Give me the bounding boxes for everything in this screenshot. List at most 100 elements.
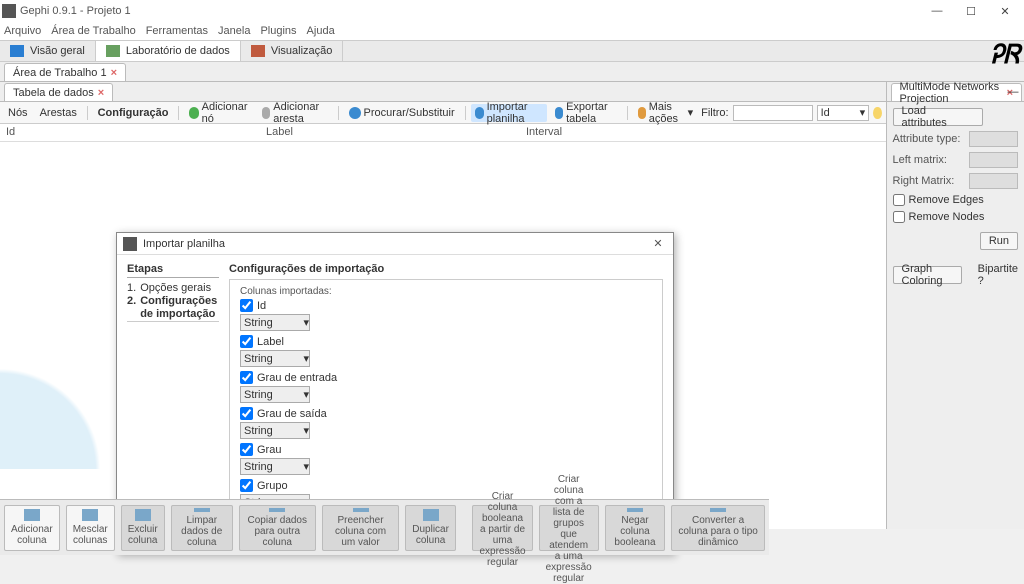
bulb-icon[interactable]: [873, 107, 881, 119]
right-matrix-row: Right Matrix:: [893, 173, 1018, 189]
view-laboratorio-dados[interactable]: Laboratório de dados: [96, 41, 241, 61]
workspace-tabstrip: Área de Trabalho 1 ×: [0, 62, 1024, 82]
column-row: Label String▾: [240, 335, 652, 367]
run-button[interactable]: Run: [980, 232, 1018, 250]
dialog-titlebar: Importar planilha ✕: [117, 233, 673, 255]
menu-area-trabalho[interactable]: Área de Trabalho: [51, 25, 135, 37]
multimode-projection-tab[interactable]: MultiMode Networks Projection ×: [891, 83, 1022, 101]
boolean-regex-column-button[interactable]: Criar coluna booleana a partir de uma ex…: [472, 505, 532, 551]
close-button[interactable]: ✕: [988, 0, 1022, 22]
close-icon[interactable]: ×: [98, 87, 104, 99]
column-label[interactable]: Label: [260, 124, 520, 141]
left-matrix-select[interactable]: [969, 152, 1018, 168]
clear-column-button[interactable]: Limpar dados de coluna: [171, 505, 233, 551]
copy-column-button[interactable]: Copiar dados para outra coluna: [239, 505, 316, 551]
import-columns-panel: Colunas importadas: Id String▾ Label Str…: [229, 279, 663, 509]
view-bar: Visão geral Laboratório de dados Visuali…: [0, 40, 1024, 62]
add-edge-button[interactable]: Adicionar aresta: [258, 104, 332, 122]
right-matrix-label: Right Matrix:: [893, 175, 965, 187]
gephi-logo: ᎮᏒ: [990, 39, 1020, 71]
add-column-icon: [24, 509, 40, 521]
filter-input[interactable]: [733, 105, 813, 121]
column-label: Id: [257, 300, 266, 312]
column-interval[interactable]: Interval: [520, 124, 886, 141]
delete-column-button[interactable]: Excluir coluna: [121, 505, 165, 551]
export-table-button[interactable]: Exportar tabela: [551, 104, 621, 122]
edges-tab[interactable]: Arestas: [36, 104, 81, 122]
nodes-tab[interactable]: Nós: [4, 104, 32, 122]
duplicate-column-button[interactable]: Duplicar coluna: [405, 505, 456, 551]
copy-icon: [269, 508, 285, 512]
minimize-button[interactable]: —: [920, 0, 954, 22]
wizard-steps: Etapas 1.Opções gerais 2.Configurações d…: [127, 263, 219, 322]
export-icon: [555, 107, 563, 119]
table-header: Id Label Interval: [0, 124, 886, 142]
minimize-panel-button[interactable]: —: [1006, 86, 1020, 98]
column-checkbox-label[interactable]: [240, 335, 253, 348]
column-checkbox-grau-saida[interactable]: [240, 407, 253, 420]
import-spreadsheet-button[interactable]: Importar planilha: [471, 104, 547, 122]
columns-heading: Colunas importadas:: [240, 286, 652, 297]
more-icon: [638, 107, 646, 119]
column-type-select[interactable]: String▾: [240, 422, 310, 439]
load-attributes-button[interactable]: Load attributes: [893, 108, 983, 126]
remove-nodes-checkbox[interactable]: [893, 211, 905, 223]
column-type-select[interactable]: String▾: [240, 386, 310, 403]
column-type-select: String▾: [240, 350, 310, 367]
fill-icon: [353, 508, 369, 512]
column-label: Grupo: [257, 480, 288, 492]
merge-icon: [82, 509, 98, 521]
column-label: Label: [257, 336, 284, 348]
add-column-button[interactable]: Adicionar coluna: [4, 505, 60, 551]
configuracao-button[interactable]: Configuração: [94, 104, 173, 122]
workspace-tab-label: Área de Trabalho 1: [13, 67, 107, 79]
main-split: Tabela de dados × Nós Arestas Configuraç…: [0, 82, 1024, 529]
right-matrix-select[interactable]: [969, 173, 1018, 189]
column-row: Grau de entrada String▾: [240, 371, 652, 403]
add-node-button[interactable]: Adicionar nó: [185, 104, 254, 122]
more-actions-button[interactable]: Mais ações ▾: [634, 104, 697, 122]
attribute-type-select[interactable]: [969, 131, 1018, 147]
negate-icon: [627, 508, 643, 512]
workspace-tab[interactable]: Área de Trabalho 1 ×: [4, 63, 126, 81]
menu-ferramentas[interactable]: Ferramentas: [146, 25, 208, 37]
merge-columns-button[interactable]: Mesclar colunas: [66, 505, 115, 551]
dialog-close-button[interactable]: ✕: [649, 237, 667, 250]
bottom-action-bar: Adicionar coluna Mesclar colunas Excluir…: [0, 499, 769, 555]
convert-dynamic-column-button[interactable]: Converter a coluna para o tipo dinâmico: [671, 505, 765, 551]
filter-label: Filtro:: [701, 107, 729, 119]
fill-column-button[interactable]: Preencher coluna com um valor: [322, 505, 400, 551]
group-list-regex-column-button[interactable]: Criar coluna com a lista de grupos que a…: [539, 505, 599, 551]
menu-ajuda[interactable]: Ajuda: [307, 25, 335, 37]
maximize-button[interactable]: ☐: [954, 0, 988, 22]
column-checkbox-grupo[interactable]: [240, 479, 253, 492]
column-type-select[interactable]: String▾: [240, 458, 310, 475]
menu-arquivo[interactable]: Arquivo: [4, 25, 41, 37]
plus-icon: [189, 107, 198, 119]
view-visao-geral[interactable]: Visão geral: [0, 41, 96, 61]
duplicate-icon: [423, 509, 439, 521]
column-checkbox-id[interactable]: [240, 299, 253, 312]
menu-bar: Arquivo Área de Trabalho Ferramentas Jan…: [0, 22, 1024, 40]
view-label: Visão geral: [30, 45, 85, 57]
pane-tabstrip: Tabela de dados ×: [0, 82, 886, 102]
menu-plugins[interactable]: Plugins: [260, 25, 296, 37]
column-checkbox-grau[interactable]: [240, 443, 253, 456]
negate-boolean-column-button[interactable]: Negar coluna booleana: [605, 505, 666, 551]
filter-column-select[interactable]: Id▾: [817, 105, 870, 121]
step-2: 2.Configurações de importação: [127, 295, 219, 321]
column-checkbox-grau-entrada[interactable]: [240, 371, 253, 384]
pane-tab-tabela-dados[interactable]: Tabela de dados ×: [4, 83, 113, 101]
column-id[interactable]: Id: [0, 124, 260, 141]
view-label: Visualização: [271, 45, 333, 57]
graph-coloring-button[interactable]: Graph Coloring: [893, 266, 962, 284]
search-icon: [349, 107, 361, 119]
close-icon[interactable]: ×: [111, 67, 117, 79]
menu-janela[interactable]: Janela: [218, 25, 250, 37]
chevron-down-icon: ▾: [860, 106, 866, 119]
window-titlebar: Gephi 0.9.1 - Projeto 1 — ☐ ✕: [0, 0, 1024, 22]
view-visualizacao[interactable]: Visualização: [241, 41, 344, 61]
dialog-title: Importar planilha: [143, 238, 649, 250]
remove-edges-checkbox[interactable]: [893, 194, 905, 206]
search-replace-button[interactable]: Procurar/Substituir: [345, 104, 459, 122]
